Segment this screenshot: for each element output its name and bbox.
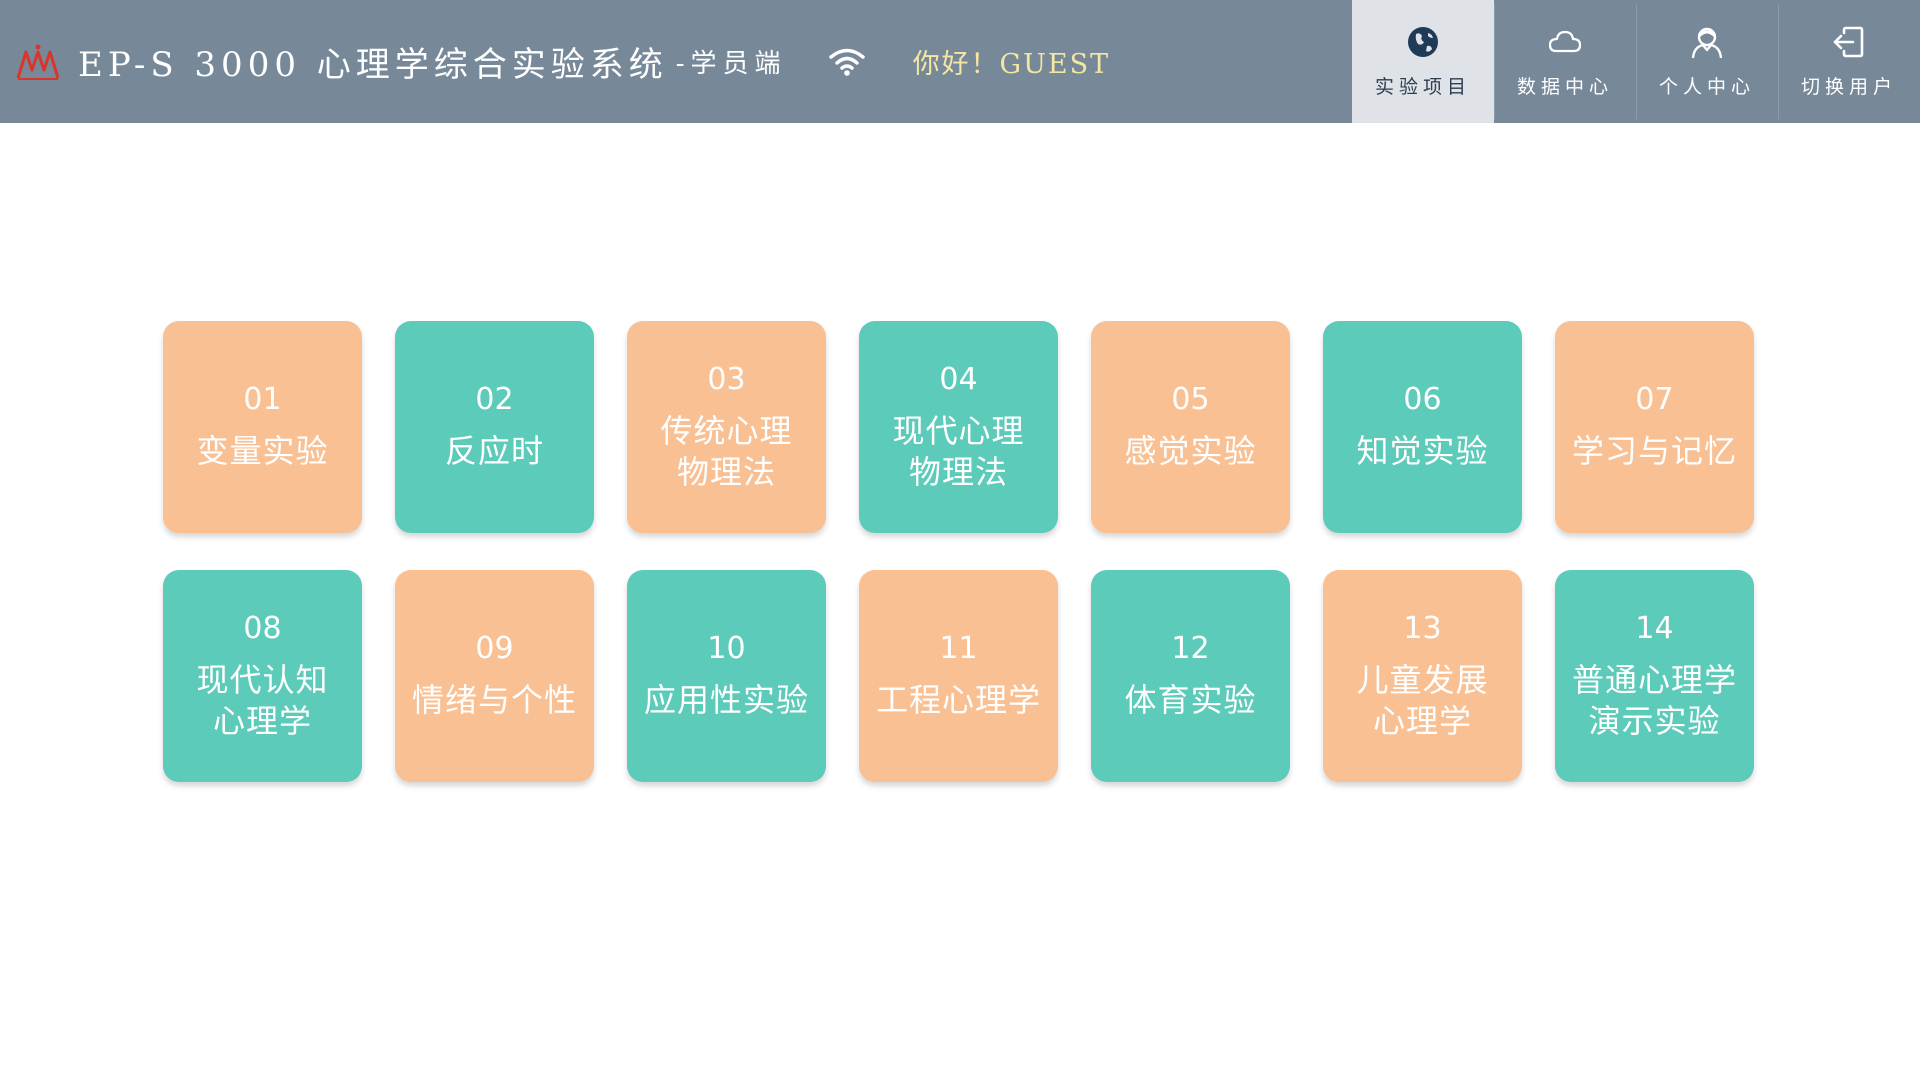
tile-label: 知觉实验 — [1356, 432, 1489, 470]
tile-label: 传统心理 物理法 — [660, 411, 793, 491]
tile-number: 03 — [707, 361, 746, 397]
tile-traditional-psychophysics[interactable]: 03 传统心理 物理法 — [627, 321, 826, 533]
tile-number: 10 — [707, 631, 746, 666]
user-icon — [1691, 27, 1723, 59]
tile-label: 儿童发展 心理学 — [1356, 660, 1489, 740]
tile-label: 应用性实验 — [643, 681, 809, 719]
nav-label: 数据中心 — [1516, 76, 1613, 98]
tile-reaction-time[interactable]: 02 反应时 — [395, 321, 594, 533]
tile-number: 01 — [243, 382, 282, 417]
top-bar: EP-S 3000 心理学综合实验系统 -学员端 你好！GUEST 实验项目 数… — [0, 0, 1920, 123]
nav-label: 个人中心 — [1658, 76, 1755, 98]
brand: EP-S 3000 心理学综合实验系统 -学员端 你好！GUEST — [16, 0, 1110, 123]
tile-number: 07 — [1635, 382, 1674, 417]
tile-label: 情绪与个性 — [411, 681, 577, 719]
tile-variable-experiment[interactable]: 01 变量实验 — [163, 321, 362, 533]
cloud-icon — [1548, 30, 1582, 53]
tile-number: 13 — [1403, 610, 1442, 646]
app-title: EP-S 3000 心理学综合实验系统 — [78, 45, 668, 85]
globe-icon — [1408, 27, 1438, 57]
tile-number: 14 — [1635, 610, 1674, 646]
tile-child-development-psychology[interactable]: 13 儿童发展 心理学 — [1323, 570, 1522, 782]
tile-label: 体育实验 — [1124, 681, 1257, 719]
tile-number: 06 — [1403, 382, 1442, 417]
tile-number: 11 — [939, 631, 978, 666]
main-nav: 实验项目 数据中心 个人中心 切换用户 — [1352, 0, 1920, 123]
tile-label: 变量实验 — [196, 432, 329, 470]
tile-emotion-personality[interactable]: 09 情绪与个性 — [395, 570, 594, 782]
tile-number: 05 — [1171, 382, 1210, 417]
tile-applied-experiment[interactable]: 10 应用性实验 — [627, 570, 826, 782]
tile-number: 09 — [475, 631, 514, 666]
app-subtitle: -学员端 — [675, 49, 787, 79]
tile-sensation-experiment[interactable]: 05 感觉实验 — [1091, 321, 1290, 533]
tile-label: 现代心理 物理法 — [892, 411, 1025, 491]
tile-modern-cognitive-psychology[interactable]: 08 现代认知 心理学 — [163, 570, 362, 782]
brand-logo-icon — [16, 44, 60, 80]
nav-item-data-center[interactable]: 数据中心 — [1494, 0, 1636, 123]
experiment-grid: 01 变量实验 02 反应时 03 传统心理 物理法 04 现代心理 物理法 0… — [163, 321, 1754, 782]
tile-label: 普通心理学 演示实验 — [1571, 660, 1737, 740]
wifi-icon — [828, 48, 865, 76]
tile-modern-psychophysics[interactable]: 04 现代心理 物理法 — [859, 321, 1058, 533]
nav-item-switch-user[interactable]: 切换用户 — [1778, 0, 1920, 123]
tile-label: 反应时 — [444, 432, 544, 470]
nav-item-experiments[interactable]: 实验项目 — [1352, 0, 1494, 123]
tile-number: 04 — [939, 361, 978, 397]
tile-label: 感觉实验 — [1124, 432, 1257, 470]
tile-engineering-psychology[interactable]: 11 工程心理学 — [859, 570, 1058, 782]
tile-number: 08 — [243, 610, 282, 646]
nav-label: 切换用户 — [1800, 76, 1897, 98]
tile-sports-experiment[interactable]: 12 体育实验 — [1091, 570, 1290, 782]
tile-number: 12 — [1171, 631, 1210, 666]
tile-number: 02 — [475, 382, 514, 417]
nav-label: 实验项目 — [1374, 76, 1471, 98]
tile-label: 工程心理学 — [875, 681, 1041, 719]
nav-item-personal-center[interactable]: 个人中心 — [1636, 0, 1778, 123]
logout-icon — [1833, 26, 1864, 58]
tile-general-psychology-demo[interactable]: 14 普通心理学 演示实验 — [1555, 570, 1754, 782]
tile-label: 现代认知 心理学 — [196, 660, 329, 740]
greeting-text: 你好！GUEST — [912, 49, 1111, 80]
tile-label: 学习与记忆 — [1571, 432, 1737, 470]
tile-learning-memory[interactable]: 07 学习与记忆 — [1555, 321, 1754, 533]
tile-perception-experiment[interactable]: 06 知觉实验 — [1323, 321, 1522, 533]
